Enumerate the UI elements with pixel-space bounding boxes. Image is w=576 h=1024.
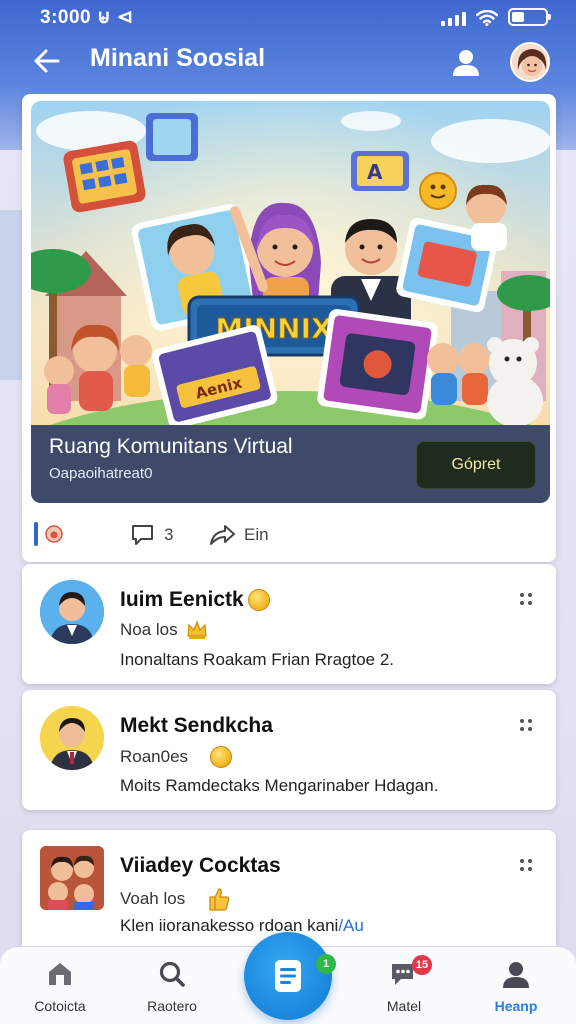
battery-icon <box>508 8 551 26</box>
comment-icon <box>132 525 153 545</box>
post-body: Inonaltans Roakam Frian Rragtoe 2. <box>120 650 395 669</box>
post-meta-text: Noa los <box>120 620 178 639</box>
thumbs-up-emoji-icon <box>209 888 230 911</box>
post-meta: Noa los <box>120 620 208 640</box>
post-meta-text: Voah los <box>120 889 186 908</box>
user-icon[interactable] <box>450 46 482 78</box>
more-options-icon[interactable] <box>518 856 536 874</box>
author-name: Iuim Eenictk <box>120 588 244 611</box>
featured-card: A MINNIX Aenix Ruang Komunitans Virtual … <box>22 94 556 562</box>
featured-banner[interactable]: A MINNIX Aenix Ruang Komunitans Virtual … <box>31 101 550 503</box>
post-author: Viiadey Cocktas <box>120 854 281 878</box>
post-body-tag[interactable]: /Au <box>338 916 364 935</box>
banner-title: Ruang Komunitans Virtual <box>49 435 293 458</box>
post-avatar[interactable] <box>40 846 104 910</box>
post-author: Mekt Sendkcha <box>120 714 273 738</box>
messages-badge: 15 <box>412 955 432 975</box>
signal-icon <box>441 10 466 26</box>
post-body-text: Klen iioranakesso rdoan kani <box>120 916 339 935</box>
more-options-icon[interactable] <box>518 716 536 734</box>
nav-label: Heanp <box>494 998 538 1014</box>
coin-emoji-icon <box>210 746 233 768</box>
post-meta: Roan0es <box>120 746 233 768</box>
search-icon <box>159 961 185 987</box>
author-name: Mekt Sendkcha <box>120 714 273 737</box>
post-meta-text: Roan0es <box>120 747 189 766</box>
nav-item-messages[interactable]: 15 Matel <box>356 947 452 1024</box>
share-button[interactable]: Ein <box>208 520 269 550</box>
share-label: Ein <box>244 525 269 544</box>
banner-caption: Ruang Komunitans Virtual Oapaoihatreat0 … <box>31 425 550 503</box>
coin-emoji-icon <box>247 589 270 611</box>
compose-icon <box>275 960 301 992</box>
back-arrow-icon[interactable] <box>30 44 64 78</box>
post-avatar[interactable] <box>40 706 104 770</box>
nav-label: Matel <box>386 998 422 1014</box>
page-title: Minani Soosial <box>90 44 266 72</box>
join-button[interactable]: Gópret <box>416 441 536 489</box>
nav-item-home[interactable]: Cotoicta <box>12 947 108 1024</box>
banner-subtitle: Oapaoihatreat0 <box>49 465 153 482</box>
avatar[interactable] <box>510 42 550 82</box>
wifi-icon <box>476 10 498 26</box>
comments-count: 3 <box>164 525 174 544</box>
nav-label: Raotero <box>147 998 197 1014</box>
author-name: Viiadey Cocktas <box>120 854 281 877</box>
nav-label: Cotoicta <box>34 998 86 1014</box>
post-body: Moits Ramdectaks Mengarinaber Hdagan. <box>120 776 439 795</box>
post-card[interactable]: Mekt Sendkcha Roan0es Moits Ramdectaks M… <box>22 690 556 810</box>
status-bar: 3:000 ⊌ ⊲ <box>0 0 576 36</box>
active-indicator <box>34 522 38 546</box>
nav-item-search[interactable]: Raotero <box>124 947 220 1024</box>
post-meta: Voah los <box>120 886 231 912</box>
share-icon <box>210 525 235 545</box>
post-actions: 3 Ein <box>34 516 534 556</box>
compose-badge: 1 <box>316 954 336 974</box>
post-body: Klen iioranakesso rdoan kani/Au <box>120 916 364 936</box>
status-icons <box>441 8 551 26</box>
status-time: 3:000 ⊌ ⊲ <box>40 7 134 28</box>
comment-button[interactable]: 3 <box>130 520 173 550</box>
nav-item-profile[interactable]: Heanp <box>468 947 564 1024</box>
home-icon <box>49 963 71 985</box>
crown-emoji-icon <box>186 620 207 639</box>
profile-icon <box>503 962 529 988</box>
post-avatar[interactable] <box>40 580 104 644</box>
compose-button[interactable]: 1 <box>244 932 336 1020</box>
more-options-icon[interactable] <box>518 590 536 608</box>
post-card[interactable]: Iuim Eenictk Noa los Inonaltans Roakam F… <box>22 564 556 684</box>
post-author: Iuim Eenictk <box>120 588 270 612</box>
reaction-icon[interactable] <box>44 524 64 544</box>
svg-text:A: A <box>367 160 383 184</box>
